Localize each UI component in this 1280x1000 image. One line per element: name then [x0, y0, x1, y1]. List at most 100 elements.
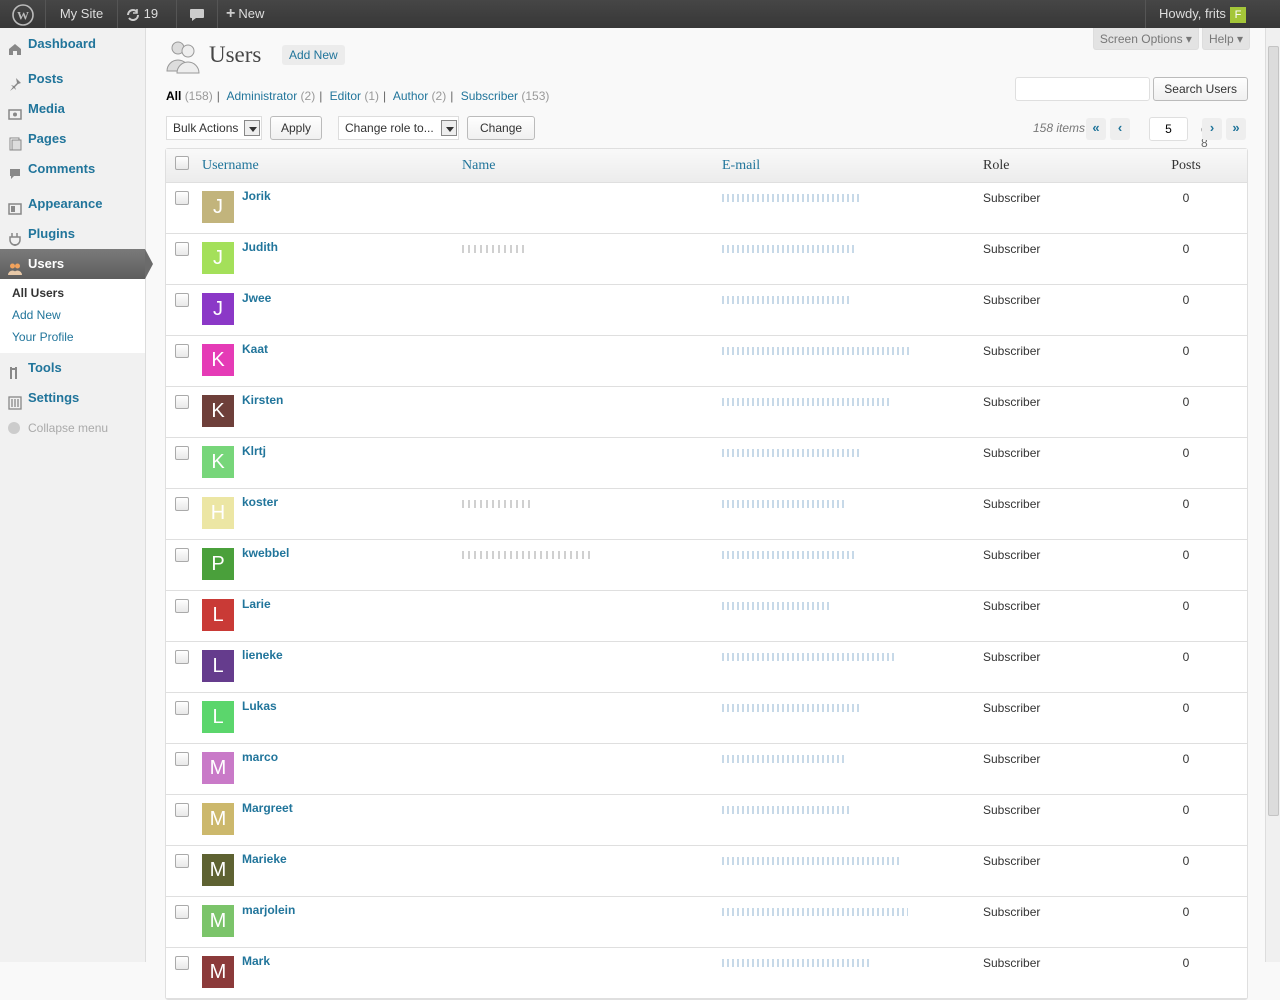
username-link[interactable]: Jorik: [242, 189, 271, 203]
email-link[interactable]: [722, 449, 862, 457]
username-link[interactable]: Marieke: [242, 852, 287, 866]
avatar: K: [202, 344, 234, 376]
menu-pages[interactable]: Pages: [0, 124, 145, 154]
last-page-button[interactable]: »: [1226, 118, 1246, 140]
email-link[interactable]: [722, 245, 854, 253]
select-all-checkbox[interactable]: [175, 156, 189, 170]
username-link[interactable]: Lukas: [242, 699, 277, 713]
username-link[interactable]: Mark: [242, 954, 270, 968]
email-link[interactable]: [722, 653, 894, 661]
email-link[interactable]: [722, 755, 846, 763]
change-role-select[interactable]: Change role to...: [338, 116, 459, 140]
username-link[interactable]: Jwee: [242, 291, 271, 305]
username-link[interactable]: lieneke: [242, 648, 283, 662]
comments-link[interactable]: [177, 0, 218, 28]
row-checkbox[interactable]: [175, 395, 189, 409]
screen-options-button[interactable]: Screen Options ▾: [1092, 28, 1199, 50]
row-checkbox[interactable]: [175, 650, 189, 664]
email-link[interactable]: [722, 398, 892, 406]
column-username[interactable]: Username: [202, 149, 462, 183]
collapse-menu-button[interactable]: Collapse menu: [0, 413, 145, 443]
search-input[interactable]: [1014, 77, 1150, 101]
email-link[interactable]: [722, 857, 902, 865]
change-role-button[interactable]: Change: [467, 116, 536, 140]
menu-dashboard[interactable]: Dashboard: [0, 29, 145, 59]
first-page-button[interactable]: «: [1086, 118, 1106, 140]
table-row: M Marieke Subscriber 0: [166, 846, 1247, 897]
menu-media[interactable]: Media: [0, 94, 145, 124]
add-new-user-button[interactable]: Add New: [282, 45, 345, 65]
menu-tools[interactable]: Tools: [0, 353, 145, 383]
email-link[interactable]: [722, 602, 830, 610]
username-link[interactable]: Margreet: [242, 801, 293, 815]
submenu-add-new[interactable]: Add New: [0, 305, 145, 327]
new-content-link[interactable]: + New: [218, 0, 288, 28]
email-link[interactable]: [722, 194, 862, 202]
row-checkbox[interactable]: [175, 956, 189, 970]
row-checkbox[interactable]: [175, 446, 189, 460]
filter-editor[interactable]: Editor: [330, 89, 361, 103]
username-link[interactable]: marco: [242, 750, 278, 764]
email-link[interactable]: [722, 500, 844, 508]
site-name-link[interactable]: My Site: [46, 0, 118, 28]
email-link[interactable]: [722, 296, 850, 304]
role-value: Subscriber: [983, 234, 1151, 285]
username-link[interactable]: Judith: [242, 240, 278, 254]
account-menu[interactable]: Howdy, frits F: [1145, 0, 1280, 28]
bulk-actions-select[interactable]: Bulk Actions: [166, 116, 262, 140]
menu-posts[interactable]: Posts: [0, 64, 145, 94]
row-checkbox[interactable]: [175, 701, 189, 715]
apply-button[interactable]: Apply: [270, 116, 323, 140]
row-checkbox[interactable]: [175, 803, 189, 817]
row-checkbox[interactable]: [175, 497, 189, 511]
scrollbar-thumb[interactable]: [1268, 46, 1279, 816]
row-checkbox[interactable]: [175, 905, 189, 919]
row-checkbox[interactable]: [175, 752, 189, 766]
row-checkbox[interactable]: [175, 191, 189, 205]
users-page-icon: [165, 38, 201, 77]
filter-administrator[interactable]: Administrator: [227, 89, 298, 103]
help-button[interactable]: Help ▾: [1201, 28, 1250, 50]
column-name[interactable]: Name: [462, 149, 722, 183]
column-name-label[interactable]: Name: [462, 158, 495, 173]
row-checkbox[interactable]: [175, 344, 189, 358]
column-email[interactable]: E-mail: [722, 149, 983, 183]
filter-all[interactable]: All: [166, 89, 181, 103]
menu-comments[interactable]: Comments: [0, 154, 145, 184]
username-link[interactable]: marjolein: [242, 903, 295, 917]
email-link[interactable]: [722, 908, 908, 916]
updates-link[interactable]: 19: [118, 0, 177, 28]
current-page-input[interactable]: [1149, 117, 1188, 141]
scrollbar[interactable]: [1265, 28, 1280, 962]
prev-page-button[interactable]: ‹: [1110, 118, 1130, 140]
wordpress-logo-icon[interactable]: W: [0, 0, 46, 28]
menu-users[interactable]: Users: [0, 249, 153, 279]
email-link[interactable]: [722, 347, 912, 355]
row-checkbox[interactable]: [175, 293, 189, 307]
row-checkbox[interactable]: [175, 548, 189, 562]
menu-plugins[interactable]: Plugins: [0, 219, 145, 249]
filter-subscriber[interactable]: Subscriber: [461, 89, 518, 103]
submenu-your-profile[interactable]: Your Profile: [0, 327, 145, 349]
username-link[interactable]: Kaat: [242, 342, 268, 356]
username-link[interactable]: koster: [242, 495, 278, 509]
menu-appearance[interactable]: Appearance: [0, 189, 145, 219]
email-link[interactable]: [722, 959, 872, 967]
row-checkbox[interactable]: [175, 854, 189, 868]
email-link[interactable]: [722, 806, 852, 814]
submenu-all-users[interactable]: All Users: [0, 283, 145, 305]
email-link[interactable]: [722, 551, 857, 559]
username-link[interactable]: Larie: [242, 597, 271, 611]
username-link[interactable]: Klrtj: [242, 444, 266, 458]
column-email-label[interactable]: E-mail: [722, 158, 760, 173]
search-users-button[interactable]: Search Users: [1153, 77, 1248, 101]
column-username-label[interactable]: Username: [202, 158, 259, 173]
next-page-button[interactable]: ›: [1202, 118, 1222, 140]
email-link[interactable]: [722, 704, 860, 712]
menu-settings[interactable]: Settings: [0, 383, 145, 413]
username-link[interactable]: kwebbel: [242, 546, 289, 560]
filter-author[interactable]: Author: [393, 89, 428, 103]
username-link[interactable]: Kirsten: [242, 393, 283, 407]
row-checkbox[interactable]: [175, 599, 189, 613]
row-checkbox[interactable]: [175, 242, 189, 256]
